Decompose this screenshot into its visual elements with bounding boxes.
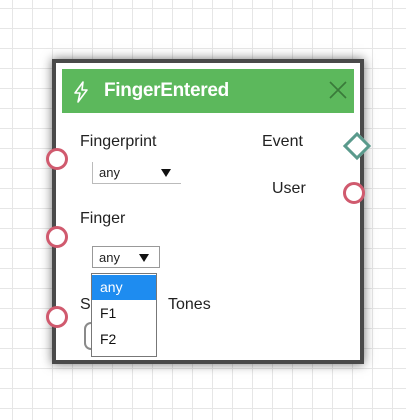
lightning-bolt-icon	[74, 81, 88, 103]
finger-input-port[interactable]	[46, 226, 68, 248]
fingerprint-select[interactable]: any	[92, 162, 181, 184]
node-header[interactable]: FingerEntered	[62, 69, 354, 113]
fingerprint-select-value: any	[99, 165, 120, 180]
tones-input-port[interactable]	[46, 306, 68, 328]
chevron-down-icon	[139, 254, 149, 262]
close-icon[interactable]	[326, 78, 350, 102]
user-output-port[interactable]	[343, 182, 365, 204]
third-input-label-start: S	[80, 296, 91, 313]
dropdown-option-any[interactable]: any	[92, 275, 156, 300]
finger-select-value: any	[99, 250, 120, 265]
dropdown-option-f2[interactable]: F2	[92, 327, 156, 352]
dropdown-option-f1[interactable]: F1	[92, 301, 156, 326]
event-output-label: Event	[262, 133, 303, 150]
finger-select[interactable]: any	[92, 246, 160, 268]
user-output-label: User	[272, 180, 306, 197]
node-title: FingerEntered	[104, 80, 229, 101]
finger-dropdown-list[interactable]: any F1 F2	[91, 273, 157, 357]
finger-label: Finger	[80, 210, 126, 227]
fingerprint-label: Fingerprint	[80, 133, 157, 150]
fingerprint-input-port[interactable]	[46, 148, 68, 170]
third-input-label-end: Tones	[168, 296, 211, 313]
chevron-down-icon	[161, 169, 171, 177]
